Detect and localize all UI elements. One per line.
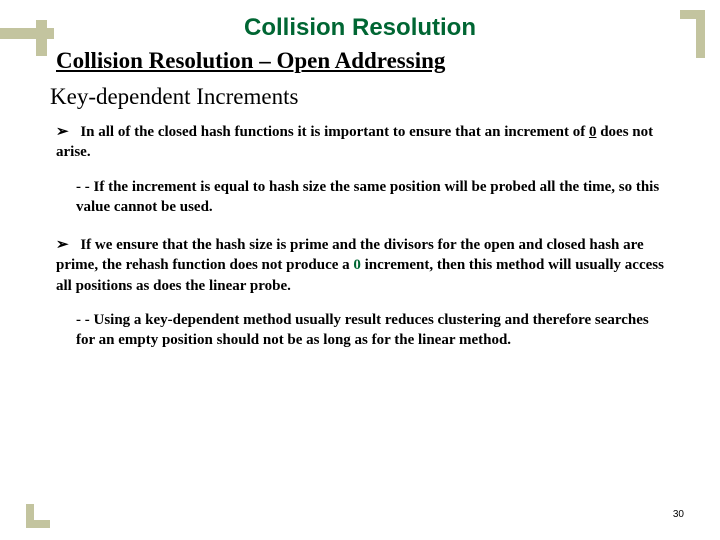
sub-item: - - Using a key-dependent method usually… bbox=[76, 310, 670, 351]
page-number: 30 bbox=[673, 509, 684, 520]
slide-content: ➢ In all of the closed hash functions it… bbox=[56, 122, 680, 350]
slide-subtitle: Collision Resolution – Open Addressing bbox=[56, 48, 720, 74]
bullet-item: ➢ In all of the closed hash functions it… bbox=[56, 122, 680, 163]
highlight-green-zero: 0 bbox=[353, 257, 361, 273]
sub-item: - - If the increment is equal to hash si… bbox=[76, 177, 670, 218]
bullet-marker-icon: ➢ bbox=[56, 122, 69, 142]
bullet-item: ➢ If we ensure that the hash size is pri… bbox=[56, 235, 680, 296]
bullet-text-pre: In all of the closed hash functions it i… bbox=[80, 124, 589, 140]
section-heading: Key-dependent Increments bbox=[50, 84, 720, 110]
slide-title: Collision Resolution bbox=[0, 0, 720, 42]
bullet-marker-icon: ➢ bbox=[56, 235, 69, 255]
